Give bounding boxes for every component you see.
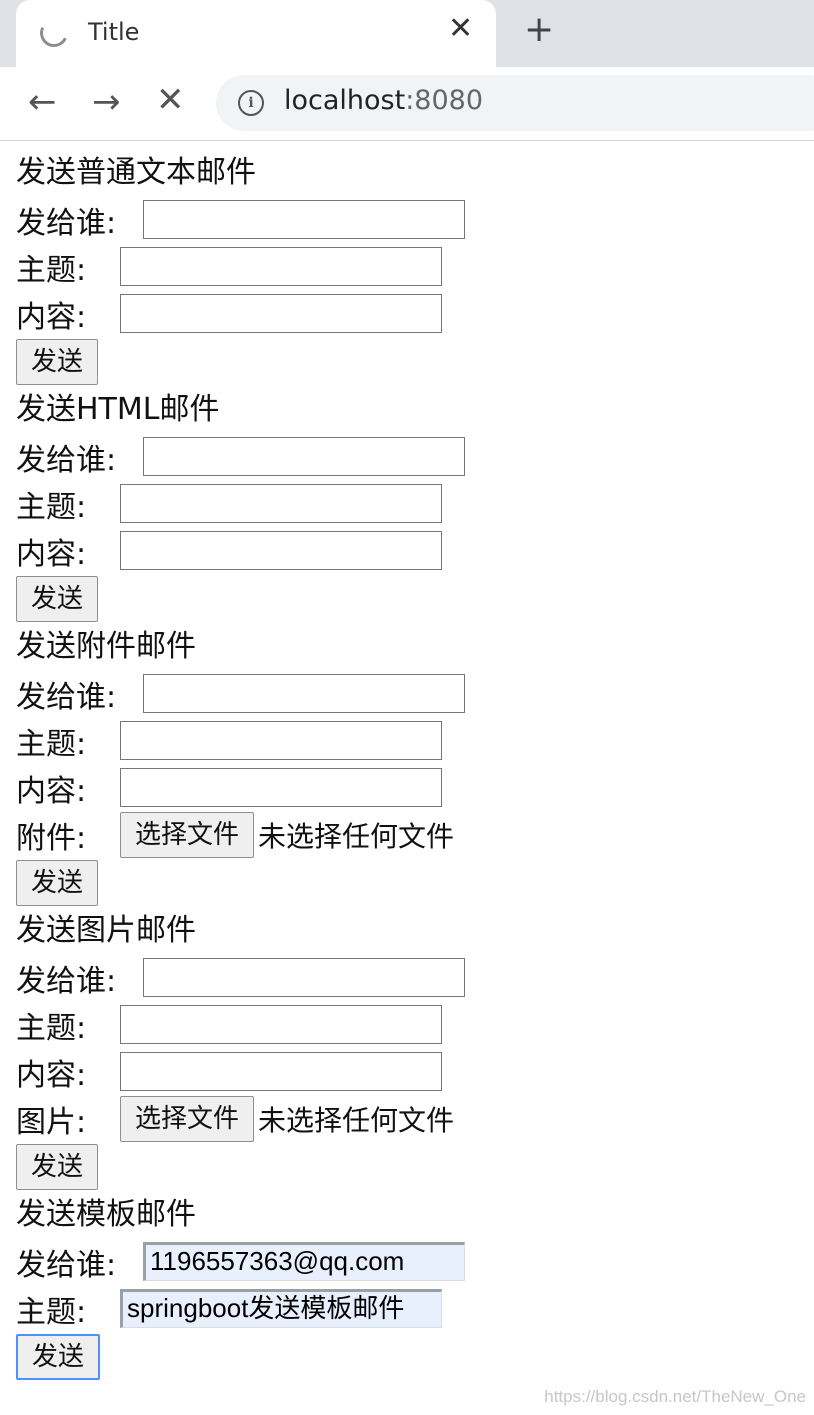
address-bar[interactable]: i localhost:8080 — [216, 75, 814, 131]
to-input[interactable] — [143, 958, 465, 997]
section-title: 发送附件邮件 — [16, 629, 196, 664]
content-label: 内容: — [16, 299, 87, 335]
content-label: 内容: — [16, 536, 87, 572]
attachment-email-form: 发送附件邮件 发给谁: 主题: 内容: 附件: 选择文件 未选择任何文件 发送 — [16, 624, 814, 908]
content-input[interactable] — [120, 768, 442, 807]
attachment-label: 附件: — [16, 820, 87, 856]
site-info-icon[interactable]: i — [238, 90, 264, 116]
forward-arrow-icon[interactable]: → — [92, 85, 121, 119]
html-email-form: 发送HTML邮件 发给谁: 主题: 内容: 发送 — [16, 387, 814, 624]
image-label: 图片: — [16, 1104, 87, 1140]
page-content: 发送普通文本邮件 发给谁: 主题: 内容: 发送 发送HTML邮件 发给谁: 主… — [16, 150, 814, 1382]
url-port: :8080 — [405, 85, 484, 116]
send-button[interactable]: 发送 — [16, 1144, 99, 1190]
send-button[interactable]: 发送 — [16, 339, 99, 385]
send-button[interactable]: 发送 — [16, 1334, 101, 1380]
subject-input[interactable]: springboot发送模板邮件 — [120, 1289, 442, 1328]
subject-input[interactable] — [120, 721, 442, 760]
image-email-form: 发送图片邮件 发给谁: 主题: 内容: 图片: 选择文件 未选择任何文件 发送 — [16, 908, 814, 1192]
to-label: 发给谁: — [16, 205, 117, 241]
loading-spinner-icon — [36, 15, 72, 51]
content-input[interactable] — [120, 294, 442, 333]
file-status-text: 未选择任何文件 — [258, 819, 455, 853]
template-email-form: 发送模板邮件 发给谁: 1196557363@qq.com 主题: springbo… — [16, 1192, 814, 1382]
content-label: 内容: — [16, 1057, 87, 1093]
to-input[interactable]: 1196557363@qq.com — [143, 1242, 465, 1281]
url-text[interactable]: localhost:8080 — [284, 85, 483, 116]
subject-label: 主题: — [16, 489, 87, 525]
subject-label: 主题: — [16, 1294, 87, 1330]
content-input[interactable] — [120, 1052, 442, 1091]
subject-input[interactable] — [120, 247, 442, 286]
to-label: 发给谁: — [16, 442, 117, 478]
to-input[interactable] — [143, 437, 465, 476]
subject-input[interactable] — [120, 484, 442, 523]
subject-input[interactable] — [120, 1005, 442, 1044]
to-label: 发给谁: — [16, 963, 117, 999]
stop-loading-icon[interactable]: ✕ — [156, 83, 185, 117]
back-arrow-icon[interactable]: ← — [28, 85, 57, 119]
browser-chrome: Title ✕ + ← → ✕ i localhost:8080 — [0, 0, 814, 141]
to-label: 发给谁: — [16, 1247, 117, 1283]
send-button[interactable]: 发送 — [16, 860, 99, 906]
subject-label: 主题: — [16, 252, 87, 288]
choose-file-button[interactable]: 选择文件 — [120, 1095, 255, 1142]
choose-file-button[interactable]: 选择文件 — [120, 811, 255, 858]
subject-label: 主题: — [16, 726, 87, 762]
section-title: 发送普通文本邮件 — [16, 155, 256, 190]
close-tab-icon[interactable]: ✕ — [448, 14, 473, 44]
section-title: 发送模板邮件 — [16, 1197, 196, 1232]
browser-toolbar: ← → ✕ i localhost:8080 — [0, 67, 814, 141]
to-input[interactable] — [143, 674, 465, 713]
content-label: 内容: — [16, 773, 87, 809]
url-host: localhost — [284, 85, 406, 116]
browser-tab[interactable]: Title ✕ — [16, 0, 496, 67]
content-input[interactable] — [120, 531, 442, 570]
send-button[interactable]: 发送 — [16, 576, 99, 622]
new-tab-icon[interactable]: + — [524, 12, 554, 48]
tab-title: Title — [88, 18, 140, 46]
section-title: 发送图片邮件 — [16, 913, 196, 948]
plain-email-form: 发送普通文本邮件 发给谁: 主题: 内容: 发送 — [16, 150, 814, 387]
to-input[interactable] — [143, 200, 465, 239]
section-title: 发送HTML邮件 — [16, 392, 220, 427]
to-label: 发给谁: — [16, 679, 117, 715]
file-status-text: 未选择任何文件 — [258, 1103, 455, 1137]
subject-label: 主题: — [16, 1010, 87, 1046]
watermark: https://blog.csdn.net/TheNew_One — [544, 1387, 806, 1406]
